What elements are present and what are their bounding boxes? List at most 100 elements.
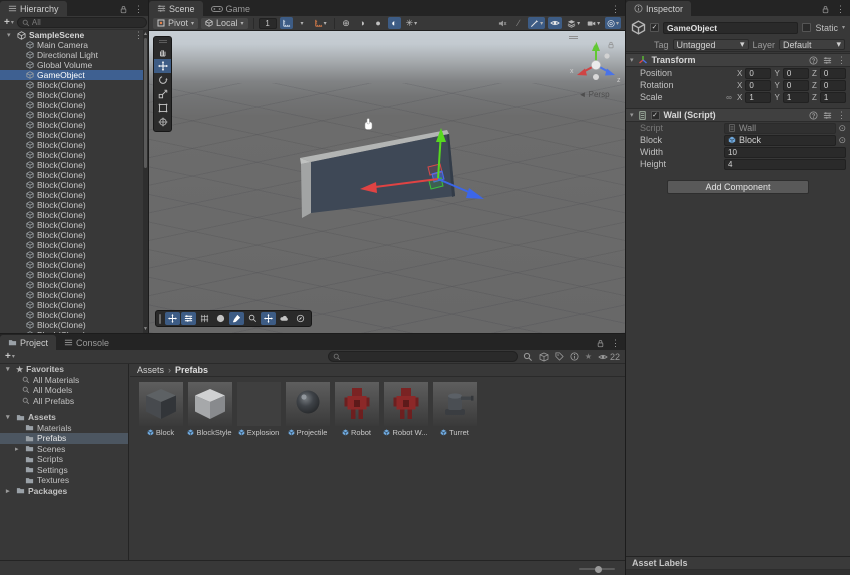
width-field[interactable]: [724, 147, 846, 158]
hierarchy-item[interactable]: Block(Clone): [0, 180, 143, 190]
create-object-button[interactable]: +▾: [4, 17, 14, 28]
rotate-tool-button[interactable]: [154, 73, 171, 87]
search-overlay-button[interactable]: [245, 312, 260, 325]
tag-dropdown[interactable]: Untagged▾: [673, 39, 749, 50]
presets-icon[interactable]: [823, 56, 832, 65]
hierarchy-item[interactable]: Block(Clone): [0, 90, 143, 100]
asset-tile[interactable]: Turret: [431, 382, 478, 437]
hierarchy-item[interactable]: Block(Clone): [0, 290, 143, 300]
asset-tile[interactable]: Block: [137, 382, 184, 437]
tab-scene[interactable]: Scene: [149, 1, 203, 16]
hierarchy-item[interactable]: Block(Clone): [0, 210, 143, 220]
add-component-button[interactable]: Add Component: [667, 180, 809, 194]
block-object-field[interactable]: Block: [724, 135, 836, 146]
object-picker-icon[interactable]: ⊙: [838, 136, 846, 145]
layer-dropdown[interactable]: Default▾: [779, 39, 845, 50]
hierarchy-item[interactable]: Block(Clone): [0, 320, 143, 330]
overlay-drag-handle[interactable]: [154, 39, 171, 44]
foldout-icon[interactable]: ▸: [6, 487, 13, 495]
asset-thumbnail[interactable]: [237, 382, 281, 426]
presets-icon[interactable]: [823, 111, 832, 120]
hierarchy-item[interactable]: Block(Clone): [0, 250, 143, 260]
kebab-menu-icon[interactable]: ⋮: [837, 111, 846, 120]
move-tool-button[interactable]: [154, 59, 171, 73]
hierarchy-item[interactable]: Block(Clone): [0, 110, 143, 120]
package-filter-icon[interactable]: [539, 352, 549, 362]
tab-inspector[interactable]: Inspector: [626, 1, 691, 16]
sidebar-folder-prefabs[interactable]: Prefabs: [0, 433, 128, 444]
favorites-star-icon[interactable]: ★: [585, 352, 592, 361]
hierarchy-item[interactable]: Block(Clone): [0, 130, 143, 140]
cloud-overlay-button[interactable]: [277, 312, 292, 325]
asset-thumbnail[interactable]: [139, 382, 183, 426]
hierarchy-item[interactable]: Block(Clone): [0, 150, 143, 160]
grid-overlay-button[interactable]: [197, 312, 212, 325]
sidebar-folder-materials[interactable]: Materials: [0, 423, 128, 434]
hierarchy-item[interactable]: Block(Clone): [0, 170, 143, 180]
breadcrumb-current[interactable]: Prefabs: [175, 365, 208, 375]
asset-thumbnail[interactable]: [286, 382, 330, 426]
hierarchy-item[interactable]: Block(Clone): [0, 190, 143, 200]
thumbnail-zoom-slider[interactable]: [579, 568, 615, 570]
sidebar-folder-textures[interactable]: Textures: [0, 475, 128, 486]
height-field[interactable]: [724, 159, 846, 170]
kebab-menu-icon[interactable]: ⋮: [836, 5, 845, 14]
save-search-icon[interactable]: [523, 352, 533, 362]
position-y-field[interactable]: [783, 68, 809, 79]
foldout-icon[interactable]: ▾: [630, 111, 634, 119]
scene-viewport[interactable]: y x z ◄ Persp: [149, 31, 625, 333]
asset-thumbnail[interactable]: [433, 382, 477, 426]
shading-overlay-button[interactable]: [213, 312, 228, 325]
sidebar-folder-scenes[interactable]: ▸ Scenes: [0, 444, 128, 455]
transform-tool-button[interactable]: [154, 115, 171, 129]
layers-dropdown-button[interactable]: ▾: [565, 17, 582, 29]
project-search-input[interactable]: [343, 352, 513, 361]
scale-y-field[interactable]: [783, 92, 809, 103]
2d-toggle-button[interactable]: ◑: [356, 17, 369, 29]
hierarchy-item[interactable]: Block(Clone): [0, 120, 143, 130]
hierarchy-item[interactable]: Block(Clone): [0, 220, 143, 230]
transform-component-header[interactable]: ▾ Transform ⋮: [626, 53, 850, 67]
scale-tool-button[interactable]: [154, 87, 171, 101]
lock-icon[interactable]: [596, 339, 605, 348]
asset-tile[interactable]: BlockStyle: [186, 382, 233, 437]
tab-hierarchy[interactable]: Hierarchy: [0, 1, 67, 16]
asset-tile[interactable]: Explosion: [235, 382, 282, 437]
hierarchy-item[interactable]: Block(Clone): [0, 230, 143, 240]
rotation-y-field[interactable]: [783, 80, 809, 91]
position-x-field[interactable]: [745, 68, 771, 79]
breadcrumb-root[interactable]: Assets: [137, 365, 164, 375]
sidebar-folder-settings[interactable]: Settings: [0, 465, 128, 476]
gameobject-name-field[interactable]: [663, 22, 798, 34]
grid-size-field[interactable]: 1: [259, 18, 277, 29]
grid-snap-dropdown[interactable]: ▾: [296, 17, 309, 29]
lock-icon[interactable]: [821, 5, 830, 14]
foldout-icon[interactable]: ▾: [6, 365, 13, 373]
foldout-icon[interactable]: ▾: [6, 413, 13, 421]
orientation-gizmo[interactable]: y x z: [566, 33, 625, 91]
projection-label[interactable]: ◄ Persp: [563, 90, 625, 99]
label-filter-icon[interactable]: [555, 352, 564, 361]
scrollbar-thumb[interactable]: [144, 38, 147, 168]
hierarchy-item[interactable]: Block(Clone): [0, 240, 143, 250]
tab-console[interactable]: Console: [56, 335, 117, 350]
hierarchy-item[interactable]: Block(Clone): [0, 160, 143, 170]
grid-snap-button[interactable]: [280, 17, 293, 29]
scene-visibility-button[interactable]: [548, 17, 562, 29]
hierarchy-item[interactable]: Block(Clone): [0, 200, 143, 210]
help-icon[interactable]: [809, 56, 818, 65]
help-icon[interactable]: [809, 111, 818, 120]
hierarchy-item[interactable]: Block(Clone): [0, 310, 143, 320]
layers-overlay-button[interactable]: [181, 312, 196, 325]
hidden-objects-button[interactable]: ∕: [512, 17, 525, 29]
rotation-x-field[interactable]: [745, 80, 771, 91]
scale-link-icon[interactable]: ∞: [724, 93, 734, 102]
move-overlay-button[interactable]: [165, 312, 180, 325]
hierarchy-item[interactable]: Directional Light: [0, 50, 143, 60]
pivot-dropdown[interactable]: Pivot▾: [153, 18, 198, 29]
lock-icon[interactable]: [119, 5, 128, 14]
kebab-menu-icon[interactable]: ⋮: [134, 31, 143, 40]
foldout-icon[interactable]: ▾: [630, 56, 634, 64]
navigation-overlay-button[interactable]: [293, 312, 308, 325]
hidden-count-badge[interactable]: 22: [598, 352, 620, 362]
